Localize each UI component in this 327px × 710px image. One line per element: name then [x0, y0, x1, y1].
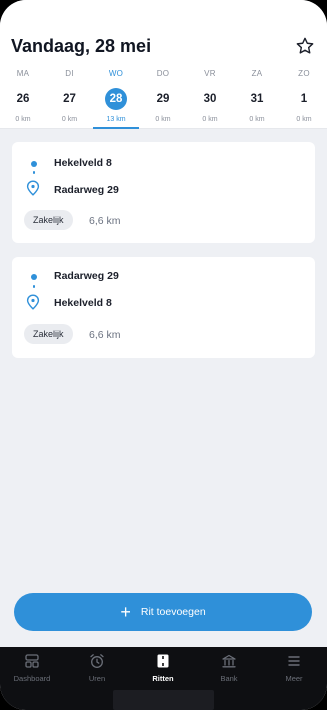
day-wed-selected[interactable]: WO 28 13 km [93, 66, 139, 129]
road-icon [157, 654, 169, 668]
location-pin-icon [26, 294, 40, 310]
day-label: WO [108, 69, 124, 78]
trip-origin: Radarweg 29 [54, 270, 119, 282]
nav-label: Meer [285, 674, 303, 683]
add-trip-label: Rit toevoegen [140, 606, 206, 618]
day-number: 1 [300, 93, 308, 105]
day-tue[interactable]: DI 27 0 km [47, 66, 93, 129]
trip-origin: Hekelveld 8 [54, 157, 112, 169]
alarm-clock-icon [90, 654, 104, 668]
star-icon[interactable] [295, 36, 315, 56]
day-number: 28 [105, 88, 127, 110]
start-dot-icon [31, 161, 37, 167]
day-number: 31 [250, 93, 264, 105]
day-label: ZO [298, 69, 310, 78]
trip-card[interactable]: Radarweg 29 Hekelveld 8 Zakelijk 6,6 km [12, 257, 315, 358]
nav-label: Uren [88, 674, 106, 683]
week-selector: MA 26 0 km DI 27 0 km WO 28 13 km DO 29 … [0, 66, 327, 129]
trip-destination: Radarweg 29 [54, 184, 119, 196]
nav-dashboard[interactable]: Dashboard [0, 653, 64, 693]
page-title: Vandaag, 28 mei [11, 36, 152, 56]
route-line [33, 171, 35, 174]
trip-card[interactable]: Hekelveld 8 Radarweg 29 Zakelijk 6,6 km [12, 142, 315, 243]
day-distance: 0 km [155, 116, 171, 123]
day-label: DO [156, 69, 170, 78]
day-distance: 0 km [15, 116, 31, 123]
nav-bank[interactable]: Bank [197, 653, 261, 693]
nav-uren[interactable]: Uren [65, 653, 129, 693]
day-distance: 13 km [106, 116, 126, 123]
menu-icon [288, 656, 300, 666]
day-number: 29 [156, 93, 170, 105]
trip-distance: 6,6 km [89, 329, 121, 341]
nav-ritten[interactable]: Ritten [131, 653, 195, 693]
day-fri[interactable]: VR 30 0 km [187, 66, 233, 129]
app-screen: Vandaag, 28 mei MA 26 0 km DI 27 0 km WO… [0, 0, 327, 710]
day-sat[interactable]: ZA 31 0 km [234, 66, 280, 129]
day-distance: 0 km [61, 116, 78, 123]
day-distance: 0 km [202, 116, 218, 123]
add-trip-button[interactable]: + Rit toevoegen [14, 593, 312, 631]
route-line [33, 285, 35, 288]
day-label: DI [65, 69, 74, 78]
nav-meer[interactable]: Meer [262, 653, 326, 693]
nav-label: Dashboard [13, 674, 51, 683]
day-sun[interactable]: ZO 1 0 km [281, 66, 327, 129]
day-thu[interactable]: DO 29 0 km [140, 66, 186, 129]
day-distance: 0 km [249, 116, 265, 123]
day-number: 30 [203, 93, 217, 105]
trip-type-badge: Zakelijk [24, 324, 73, 344]
bank-icon [222, 654, 236, 668]
day-number: 26 [16, 93, 30, 105]
day-label: ZA [251, 69, 263, 78]
plus-icon: + [120, 602, 131, 622]
trip-type-badge: Zakelijk [24, 210, 73, 230]
trip-distance: 6,6 km [89, 215, 121, 227]
location-pin-icon [26, 180, 40, 196]
day-label: MA [16, 69, 30, 78]
home-indicator [113, 690, 214, 710]
day-label: VR [204, 69, 216, 78]
header: Vandaag, 28 mei MA 26 0 km DI 27 0 km WO… [0, 0, 327, 129]
day-mon[interactable]: MA 26 0 km [0, 66, 46, 129]
nav-label: Bank [220, 674, 238, 683]
day-distance: 0 km [296, 116, 312, 123]
dashboard-icon [25, 654, 39, 668]
day-number: 27 [63, 93, 76, 105]
start-dot-icon [31, 274, 37, 280]
nav-label: Ritten [152, 674, 174, 683]
trip-destination: Hekelveld 8 [54, 297, 112, 309]
